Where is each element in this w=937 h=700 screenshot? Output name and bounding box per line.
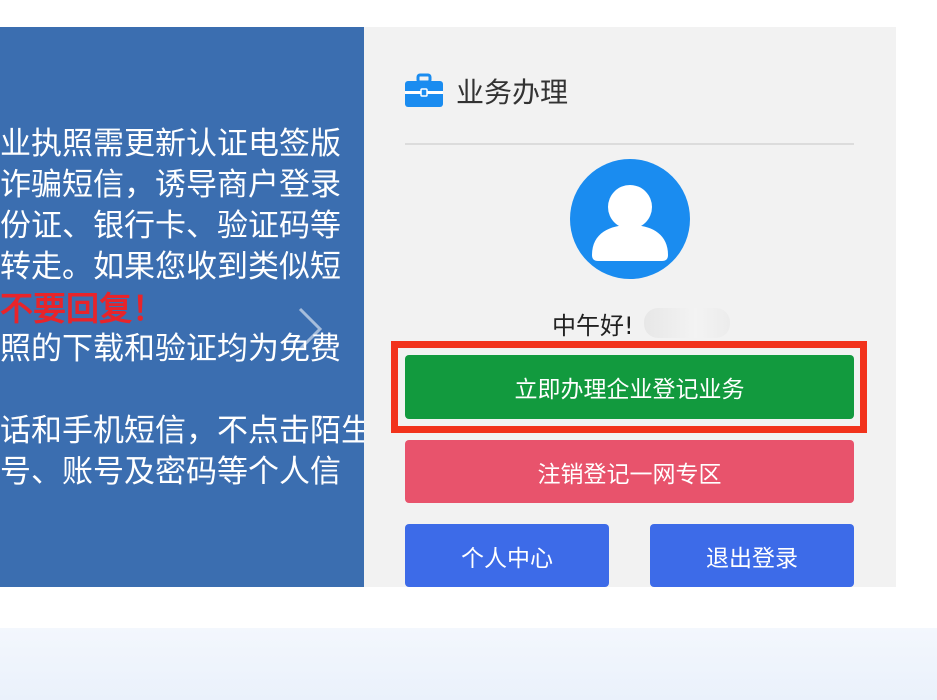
notice-line: 份证、银行卡、验证码等 <box>0 208 341 244</box>
chevron-right-icon[interactable] <box>294 305 324 353</box>
notice-line: 转走。如果您收到类似短 <box>0 249 341 285</box>
notice-banner: 业执照需更新认证电签版 诈骗短信，诱导商户登录 份证、银行卡、验证码等 转走。如… <box>0 27 364 587</box>
notice-line <box>0 370 364 411</box>
logout-button[interactable]: 退出登录 <box>650 524 854 587</box>
panel-title: 业务办理 <box>456 76 569 109</box>
user-name-redacted <box>643 308 730 338</box>
page-footer-background <box>0 628 937 700</box>
avatar <box>570 159 690 279</box>
business-panel: 业务办理 中午好! <box>364 27 896 587</box>
greeting-row: 中午好! <box>552 303 730 343</box>
divider <box>405 143 854 145</box>
panel-header: 业务办理 <box>404 71 568 111</box>
personal-center-button[interactable]: 个人中心 <box>405 524 609 587</box>
notice-line: 业执照需更新认证电签版 <box>0 126 341 162</box>
notice-line: 话和手机短信，不点击陌生 <box>0 413 364 449</box>
deregistration-button[interactable]: 注销登记一网专区 <box>405 440 854 503</box>
user-icon <box>592 185 668 261</box>
briefcase-icon <box>405 73 443 107</box>
notice-line: 号、账号及密码等个人信 <box>0 454 341 490</box>
register-business-button[interactable]: 立即办理企业登记业务 <box>405 355 854 419</box>
greeting-text: 中午好! <box>552 311 634 340</box>
notice-line: 诈骗短信，诱导商户登录 <box>0 167 341 203</box>
